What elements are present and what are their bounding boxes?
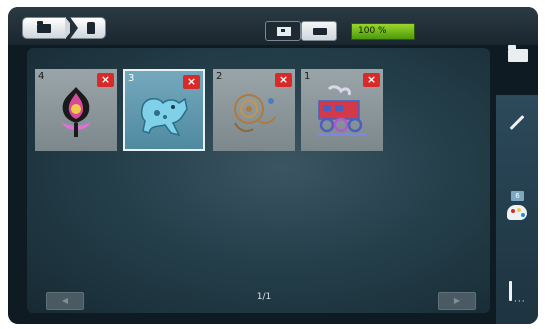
capacity-indicator: 100 % — [351, 23, 415, 40]
right-sidebar: 6 ··· — [496, 95, 538, 324]
design-number: 2 — [216, 71, 223, 82]
dog-design-icon — [140, 97, 188, 137]
color-button[interactable]: 6 — [496, 185, 538, 237]
hoop-icon — [313, 28, 327, 35]
pen-icon — [509, 115, 525, 130]
screen: 100 % 4 × 3 × 2 × 1 × ◀ 1/1 ▶ 6 ··· — [0, 0, 545, 329]
page-prev-button[interactable]: ◀ — [46, 292, 84, 310]
design-panel: 4 × 3 × 2 × 1 × ◀ 1/1 ▶ — [27, 48, 490, 313]
rose-design-icon — [234, 94, 276, 132]
design-tile-2[interactable]: 2 × — [213, 69, 295, 151]
page-indicator: 1/1 — [256, 292, 272, 302]
design-tile-1[interactable]: 1 × — [301, 69, 383, 151]
breadcrumb-file-button[interactable] — [70, 17, 106, 39]
design-number: 3 — [128, 73, 135, 84]
palette-icon — [507, 205, 527, 220]
machine-view-button[interactable] — [265, 21, 301, 41]
machine-icon — [277, 27, 291, 36]
breadcrumb-folder-button[interactable] — [22, 17, 74, 39]
design-tile-4[interactable]: 4 × — [35, 69, 117, 151]
file-icon — [87, 22, 95, 34]
arrow-right-icon: ▶ — [453, 296, 461, 305]
train-design-icon — [317, 85, 367, 136]
ornament-design-icon — [61, 87, 91, 137]
color-count-badge: 6 — [511, 191, 524, 201]
folder-icon — [508, 45, 528, 62]
folder-button[interactable] — [498, 21, 538, 71]
design-number: 4 — [38, 71, 45, 82]
device-display: 100 % 4 × 3 × 2 × 1 × ◀ 1/1 ▶ 6 ··· — [8, 7, 538, 324]
stitch-dots-icon: ··· — [514, 297, 526, 307]
edit-button[interactable] — [496, 101, 538, 153]
needle-icon — [509, 281, 512, 301]
hoop-view-button[interactable] — [301, 21, 337, 41]
top-bar: 100 % — [8, 7, 538, 45]
arrow-left-icon: ◀ — [61, 296, 69, 305]
breadcrumb — [22, 17, 108, 39]
folder-icon — [37, 21, 51, 33]
design-number: 1 — [304, 71, 311, 82]
stitch-button[interactable]: ··· — [496, 267, 538, 319]
design-tile-3[interactable]: 3 × — [123, 69, 205, 151]
page-next-button[interactable]: ▶ — [438, 292, 476, 310]
